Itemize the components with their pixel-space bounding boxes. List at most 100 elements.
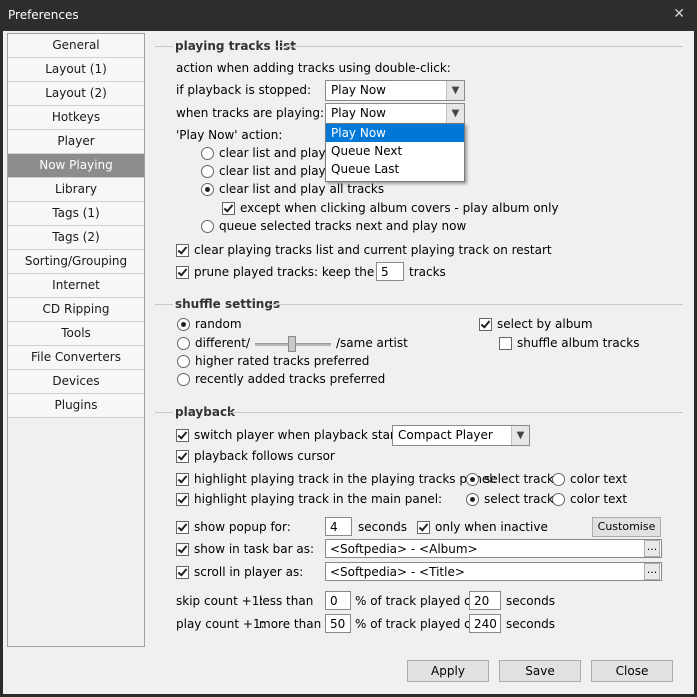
clear-restart-checkbox[interactable] <box>176 244 189 257</box>
skip-pct-input[interactable]: 0 <box>325 591 351 610</box>
popup-checkbox[interactable] <box>176 521 189 534</box>
switch-player-checkbox[interactable] <box>176 429 189 442</box>
skip-pct-label: % of track played or <box>355 594 477 608</box>
section-divider <box>155 46 173 47</box>
scroll-label: scroll in player as: <box>194 565 304 579</box>
prune-label: prune played tracks: keep the last <box>194 265 400 279</box>
switch-player-value: Compact Player <box>398 428 493 442</box>
random-label: random <box>195 317 242 331</box>
close-button[interactable]: Close <box>591 660 673 682</box>
prune-count-input[interactable]: 5 <box>376 262 404 281</box>
scroll-browse-button[interactable]: ... <box>644 563 660 580</box>
popup-seconds-input[interactable]: 4 <box>325 517 352 536</box>
apply-button[interactable]: Apply <box>407 660 489 682</box>
play-more-label: more than <box>259 617 322 631</box>
play-seconds-label: seconds <box>506 617 556 631</box>
window-title: Preferences <box>8 8 79 22</box>
opt4-radio[interactable] <box>201 220 214 233</box>
section-title-playback: playback <box>175 405 236 419</box>
now-playing-panel: playing tracks list action when adding t… <box>3 31 694 651</box>
highlight-main-checkbox[interactable] <box>176 493 189 506</box>
play-pct-label: % of track played or <box>355 617 477 631</box>
section-divider <box>155 304 173 305</box>
panel-select-track-label: select track <box>484 472 555 486</box>
shuffle-album-checkbox[interactable] <box>499 337 512 350</box>
close-icon[interactable]: ✕ <box>673 6 685 22</box>
switch-player-select[interactable]: Compact Player ▼ <box>392 425 530 446</box>
only-inactive-label: only when inactive <box>435 520 548 534</box>
follows-cursor-label: playback follows cursor <box>194 449 335 463</box>
main-select-track-label: select track <box>484 492 555 506</box>
prune-suffix: tracks <box>409 265 446 279</box>
taskbar-checkbox[interactable] <box>176 543 189 556</box>
recently-added-radio[interactable] <box>177 373 190 386</box>
skip-less-label: less than <box>259 594 314 608</box>
prune-checkbox[interactable] <box>176 266 189 279</box>
play-mode-dropdown-list[interactable]: Play Now Queue Next Queue Last <box>325 123 465 182</box>
dropdown-option-queue-next[interactable]: Queue Next <box>326 142 464 160</box>
different-slider-thumb[interactable] <box>288 336 296 352</box>
chevron-down-icon[interactable]: ▼ <box>446 104 464 123</box>
opt3-sub-checkbox[interactable] <box>222 202 235 215</box>
main-select-track-radio[interactable] <box>466 493 479 506</box>
dropdown-option-play-now[interactable]: Play Now <box>326 124 464 142</box>
title-bar: Preferences ✕ <box>0 0 697 31</box>
same-artist-label: /same artist <box>336 336 408 350</box>
skip-seconds-label: seconds <box>506 594 556 608</box>
shuffle-album-label: shuffle album tracks <box>517 336 640 350</box>
scroll-checkbox[interactable] <box>176 566 189 579</box>
different-label: different/ <box>195 336 251 350</box>
section-title-shuffle: shuffle settings <box>175 297 281 311</box>
opt3-radio[interactable] <box>201 183 214 196</box>
play-seconds-input[interactable]: 240 <box>469 614 501 633</box>
highlight-panel-label: highlight playing track in the playing t… <box>194 472 497 486</box>
popup-label: show popup for: <box>194 520 291 534</box>
different-radio[interactable] <box>177 337 190 350</box>
switch-player-label: switch player when playback starts: <box>194 428 410 442</box>
opt1-radio[interactable] <box>201 147 214 160</box>
action-label: action when adding tracks using double-c… <box>176 61 451 75</box>
section-divider <box>155 412 173 413</box>
follows-cursor-checkbox[interactable] <box>176 450 189 463</box>
opt2-radio[interactable] <box>201 165 214 178</box>
select-album-label: select by album <box>497 317 593 331</box>
random-radio[interactable] <box>177 318 190 331</box>
section-divider <box>275 46 683 47</box>
section-divider <box>229 412 683 413</box>
playing-select[interactable]: Play Now ▼ <box>325 103 465 124</box>
main-color-text-radio[interactable] <box>552 493 565 506</box>
select-album-checkbox[interactable] <box>479 318 492 331</box>
panel-select-track-radio[interactable] <box>466 473 479 486</box>
skip-seconds-input[interactable]: 20 <box>469 591 501 610</box>
stopped-select-value: Play Now <box>331 83 386 97</box>
chevron-down-icon[interactable]: ▼ <box>446 81 464 100</box>
scroll-format-input[interactable]: <Softpedia> - <Title> <box>325 562 662 581</box>
play-count-label: play count +1: <box>176 617 265 631</box>
panel-color-text-label: color text <box>570 472 628 486</box>
taskbar-label: show in task bar as: <box>194 542 315 556</box>
taskbar-browse-button[interactable]: ... <box>644 540 660 557</box>
chevron-down-icon[interactable]: ▼ <box>511 426 529 445</box>
customise-button[interactable]: Customise <box>592 517 661 537</box>
preferences-window: General Layout (1) Layout (2) Hotkeys Player… <box>3 31 694 694</box>
playnow-action-label: 'Play Now' action: <box>176 128 283 142</box>
taskbar-format-input[interactable]: <Softpedia> - <Album> <box>325 539 662 558</box>
playing-select-value: Play Now <box>331 106 386 120</box>
higher-rated-radio[interactable] <box>177 355 190 368</box>
stopped-select[interactable]: Play Now ▼ <box>325 80 465 101</box>
higher-rated-label: higher rated tracks preferred <box>195 354 370 368</box>
button-bar: Apply Save Close <box>3 651 694 694</box>
highlight-panel-checkbox[interactable] <box>176 473 189 486</box>
save-button[interactable]: Save <box>499 660 581 682</box>
popup-seconds-label: seconds <box>358 520 408 534</box>
dropdown-option-queue-last[interactable]: Queue Last <box>326 160 464 178</box>
play-pct-input[interactable]: 50 <box>325 614 351 633</box>
opt3-sub-label: except when clicking album covers - play… <box>240 201 559 215</box>
only-inactive-checkbox[interactable] <box>417 521 430 534</box>
section-divider <box>267 304 683 305</box>
skip-count-label: skip count +1: <box>176 594 264 608</box>
clear-restart-label: clear playing tracks list and current pl… <box>194 243 552 257</box>
panel-color-text-radio[interactable] <box>552 473 565 486</box>
stopped-label: if playback is stopped: <box>176 83 312 97</box>
opt4-label: queue selected tracks next and play now <box>219 219 467 233</box>
